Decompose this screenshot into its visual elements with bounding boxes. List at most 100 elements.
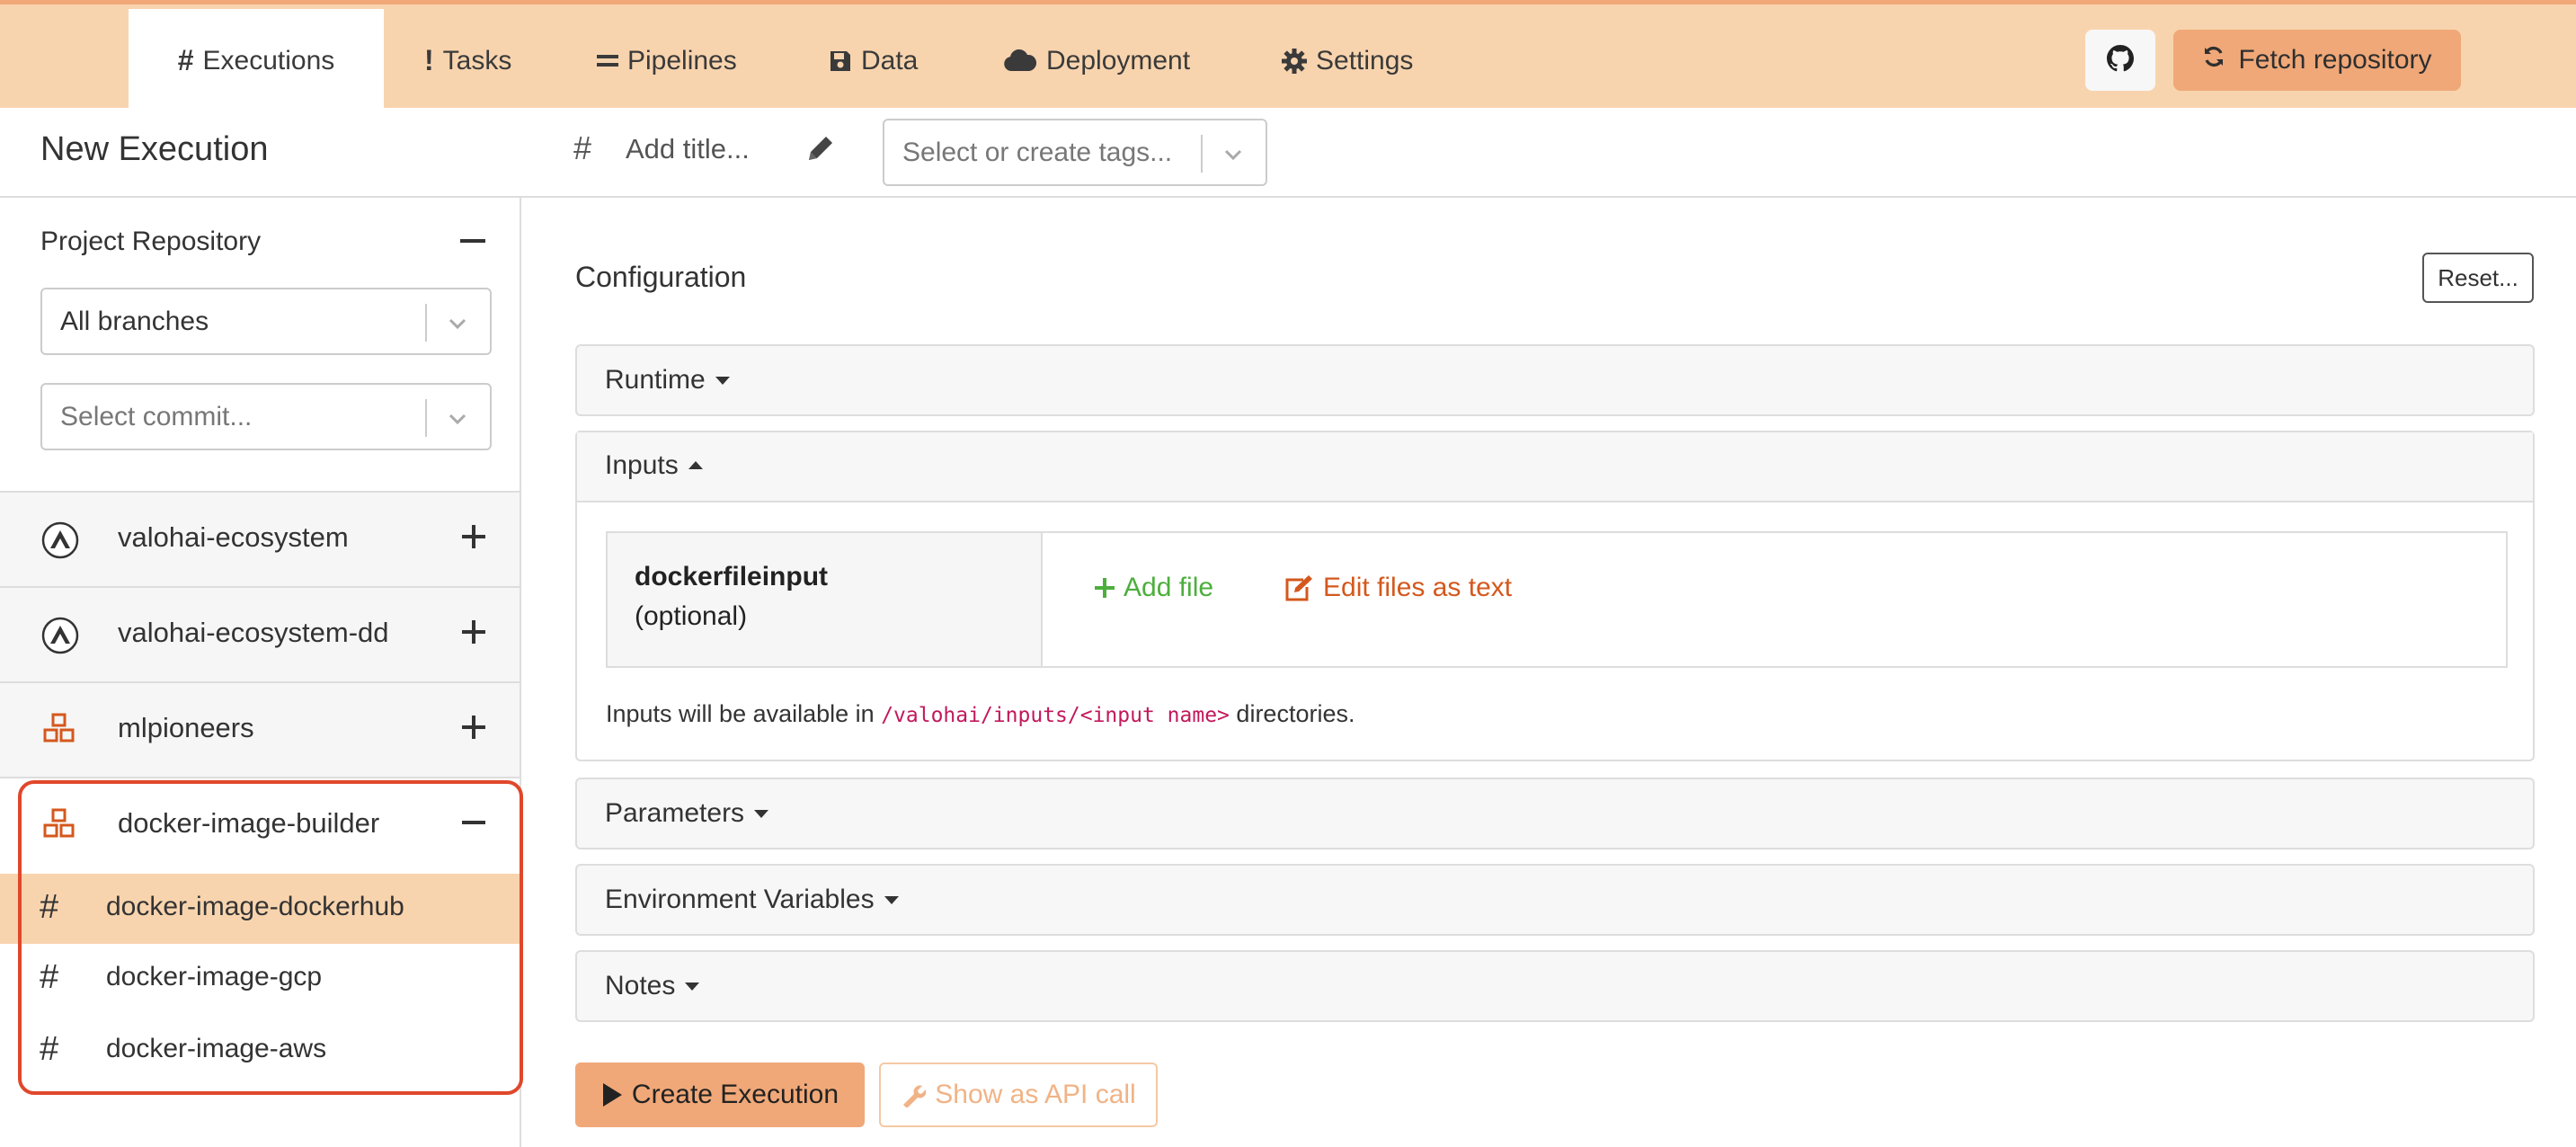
caret-down-icon: [884, 896, 899, 904]
project-item-valohai-ecosystem-dd[interactable]: valohai-ecosystem-dd: [0, 586, 520, 681]
inputs-section: Inputs dockerfileinput (optional) Add fi…: [575, 431, 2535, 761]
project-item-docker-image-builder[interactable]: docker-image-builder: [0, 777, 520, 872]
tab-tasks[interactable]: ! Tasks: [424, 9, 511, 112]
tab-settings-label: Settings: [1316, 45, 1414, 76]
project-name: mlpioneers: [118, 712, 254, 743]
plus-icon[interactable]: [460, 523, 487, 555]
inputs-section-header[interactable]: Inputs: [577, 432, 2533, 502]
pencil-icon[interactable]: [805, 133, 836, 168]
chevron-down-icon[interactable]: [1221, 142, 1246, 172]
page-title: New Execution: [40, 130, 269, 168]
project-name: docker-image-builder: [118, 807, 380, 839]
commit-select[interactable]: Select commit...: [40, 383, 492, 450]
equals-icon: [597, 51, 618, 71]
gear-icon: [1282, 48, 1307, 74]
edit-icon: [1285, 575, 1312, 601]
pipeline-name: docker-image-aws: [106, 1034, 327, 1063]
caret-up-icon: [688, 461, 703, 469]
environment-variables-section-label: Environment Variables: [605, 885, 875, 914]
runtime-section-label: Runtime: [605, 365, 706, 395]
runtime-section[interactable]: Runtime: [575, 344, 2535, 416]
pipeline-item-docker-image-dockerhub[interactable]: # docker-image-dockerhub: [0, 874, 520, 944]
hash-icon: #: [40, 888, 59, 926]
floppy-disk-icon: [829, 49, 852, 73]
commit-select-placeholder: Select commit...: [60, 402, 253, 431]
tags-select[interactable]: Select or create tags...: [883, 119, 1267, 186]
tab-executions-label: Executions: [202, 45, 335, 76]
project-item-valohai-ecosystem[interactable]: valohai-ecosystem: [0, 491, 520, 586]
hash-icon: #: [177, 44, 194, 76]
wrench-icon: [903, 1085, 927, 1107]
github-button[interactable]: [2085, 30, 2155, 91]
tab-data[interactable]: Data: [829, 9, 918, 112]
cubes-icon: [41, 807, 77, 846]
edit-files-label: Edit files as text: [1323, 573, 1513, 602]
inputs-help-prefix: Inputs will be available in: [606, 700, 882, 727]
input-optional-label: (optional): [635, 601, 748, 631]
hash-icon: #: [40, 958, 59, 996]
select-separator: [1201, 135, 1203, 173]
github-icon: [2107, 44, 2134, 76]
environment-variables-section[interactable]: Environment Variables: [575, 864, 2535, 936]
input-row: dockerfileinput (optional) Add file Edit…: [606, 531, 2508, 668]
tab-deployment[interactable]: Deployment: [1003, 9, 1190, 112]
tags-select-placeholder: Select or create tags...: [902, 138, 1173, 167]
project-repository-heading: Project Repository: [40, 227, 262, 256]
parameters-section-label: Parameters: [605, 798, 745, 828]
tab-data-label: Data: [861, 45, 919, 76]
plus-icon: [1095, 578, 1115, 598]
caret-down-icon: [754, 810, 769, 818]
refresh-icon: [2202, 45, 2225, 76]
reset-button[interactable]: Reset...: [2422, 253, 2534, 303]
tab-pipelines[interactable]: Pipelines: [597, 9, 737, 112]
sidebar: Project Repository All branches Select c…: [0, 198, 521, 1147]
edit-files-as-text-button[interactable]: Edit files as text: [1284, 573, 1512, 603]
pipeline-item-docker-image-aws[interactable]: # docker-image-aws: [0, 1016, 520, 1086]
valohai-logo-icon: [41, 521, 79, 564]
tab-tasks-label: Tasks: [442, 45, 512, 76]
pipeline-name: docker-image-gcp: [106, 962, 323, 991]
select-separator: [425, 304, 427, 342]
chevron-down-icon[interactable]: [445, 311, 470, 341]
cloud-icon: [1003, 49, 1037, 73]
execution-header: New Execution # Add title... Select or c…: [0, 108, 2576, 198]
pipeline-name: docker-image-dockerhub: [106, 892, 404, 921]
hash-icon: #: [40, 1030, 59, 1068]
cubes-icon: [41, 712, 77, 751]
fetch-repository-button[interactable]: Fetch repository: [2173, 30, 2461, 91]
plus-icon[interactable]: [460, 714, 487, 745]
project-name: valohai-ecosystem-dd: [118, 617, 389, 648]
valohai-logo-icon: [41, 617, 79, 659]
tab-deployment-label: Deployment: [1046, 45, 1191, 76]
tab-executions[interactable]: # Executions: [129, 9, 384, 112]
minus-icon[interactable]: [460, 809, 487, 840]
project-name: valohai-ecosystem: [118, 521, 349, 553]
show-as-api-call-button[interactable]: Show as API call: [879, 1063, 1158, 1127]
top-navigation: # Executions ! Tasks Pipelines Data Depl…: [0, 0, 2576, 112]
plus-icon[interactable]: [460, 618, 487, 650]
notes-section-label: Notes: [605, 971, 676, 1000]
pipeline-item-docker-image-gcp[interactable]: # docker-image-gcp: [0, 944, 520, 1014]
branch-select[interactable]: All branches: [40, 288, 492, 355]
parameters-section[interactable]: Parameters: [575, 778, 2535, 849]
exclamation-icon: !: [424, 44, 434, 76]
create-execution-label: Create Execution: [631, 1080, 839, 1109]
show-as-api-call-label: Show as API call: [935, 1080, 1136, 1109]
add-file-button[interactable]: Add file: [1093, 573, 1213, 603]
project-item-mlpioneers[interactable]: mlpioneers: [0, 681, 520, 777]
fetch-repository-label: Fetch repository: [2238, 45, 2432, 75]
configuration-heading: Configuration: [575, 261, 747, 293]
tab-settings[interactable]: Settings: [1282, 9, 1413, 112]
caret-down-icon: [685, 983, 700, 991]
chevron-down-icon[interactable]: [445, 406, 470, 436]
input-name: dockerfileinput: [635, 562, 829, 591]
create-execution-button[interactable]: Create Execution: [575, 1063, 865, 1127]
collapse-minus-icon[interactable]: [460, 239, 485, 243]
inputs-help-suffix: directories.: [1229, 700, 1355, 727]
inputs-help-text: Inputs will be available in /valohai/inp…: [606, 700, 1355, 728]
notes-section[interactable]: Notes: [575, 950, 2535, 1022]
caret-down-icon: [715, 377, 730, 385]
hash-icon: #: [573, 129, 592, 166]
title-input[interactable]: Add title...: [626, 133, 750, 165]
inputs-path-code: /valohai/inputs/<input name>: [881, 704, 1230, 727]
